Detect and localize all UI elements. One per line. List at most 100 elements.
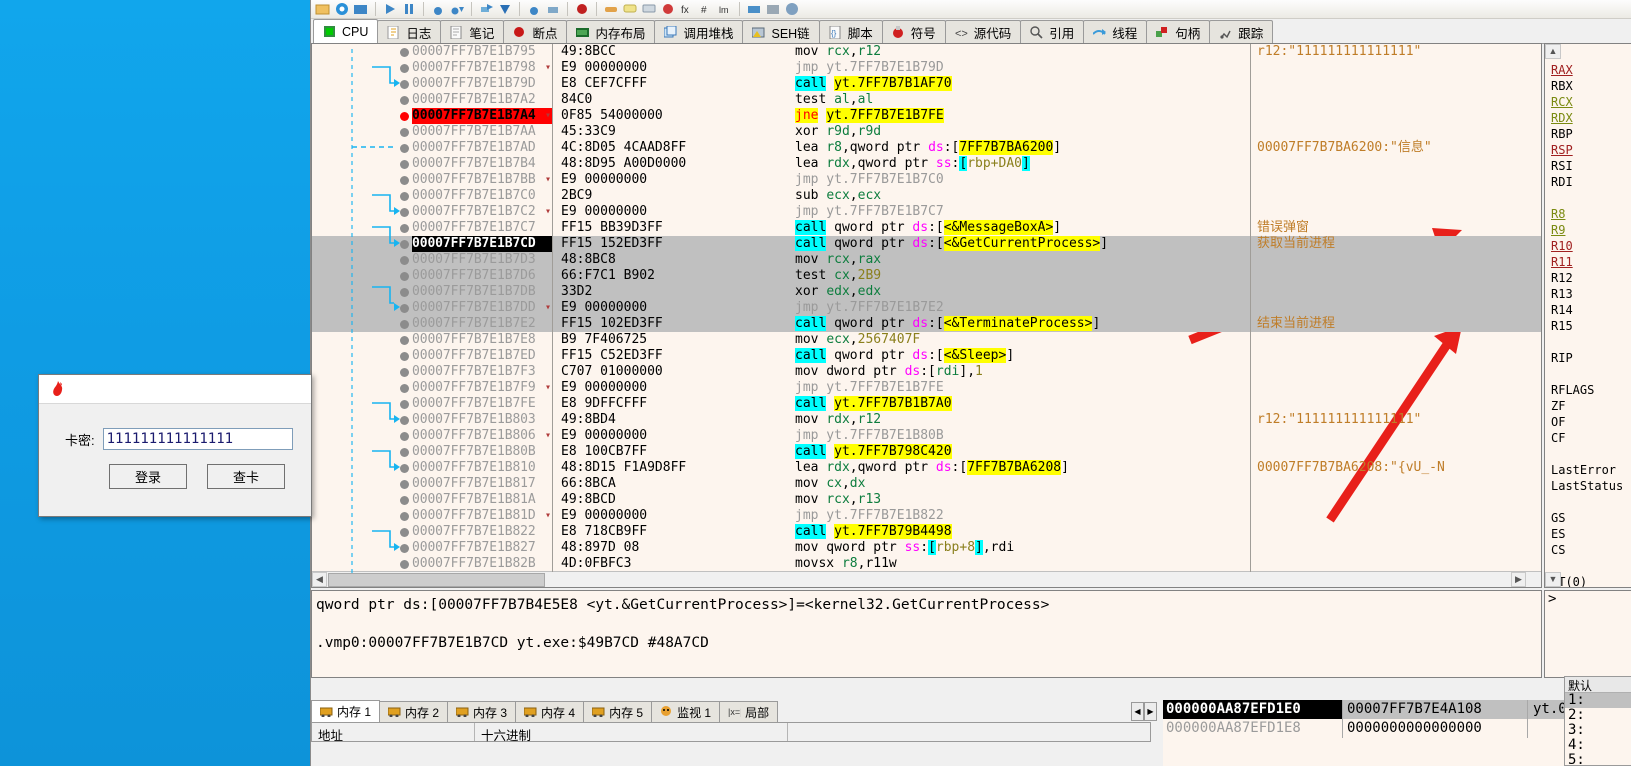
tab-cpu[interactable]: CPU [313,19,378,43]
disasm-row[interactable]: 00007FF7B7E1B7D348:8BC8mov rcx,rax [312,252,1541,268]
dump-column-header[interactable]: 地址十六进制 [311,722,1151,742]
disasm-row[interactable]: 00007FF7B7E1B7C2▾E9 00000000jmp yt.7FF7B… [312,204,1541,220]
main-toolbar[interactable]: fx # lm [311,0,1631,19]
fold-chevron-icon[interactable]: ▾ [545,108,551,124]
register-r12[interactable]: R12 [1545,270,1631,286]
login-dialog[interactable]: 卡密: 登录 查卡 [38,374,312,517]
register-rdi[interactable]: RDI [1545,174,1631,190]
disasm-row[interactable]: 00007FF7B7E1B798▾E9 00000000jmp yt.7FF7B… [312,60,1541,76]
register-gs[interactable]: GS [1545,510,1631,526]
command-input[interactable]: > [1544,590,1631,678]
reference-list[interactable]: 默认 1:2:3:4:5: [1564,676,1631,766]
dump-column-0[interactable]: 地址 [312,723,475,741]
tab-threads[interactable]: 线程 [1083,20,1147,43]
fold-chevron-icon[interactable]: ▾ [545,300,551,316]
hash-icon[interactable]: # [698,2,714,16]
disasm-row[interactable]: 00007FF7B7E1B806▾E9 00000000jmp yt.7FF7B… [312,428,1541,444]
tab-source[interactable]: <>源代码 [945,20,1022,43]
register-rsp[interactable]: RSP [1545,142,1631,158]
reference-row[interactable]: 4: [1565,738,1631,753]
register-r14[interactable]: R14 [1545,302,1631,318]
register-r8[interactable]: R8 [1545,206,1631,222]
register-r10[interactable]: R10 [1545,238,1631,254]
reg-scroll-down-button[interactable]: ▼ [1545,572,1561,587]
disasm-row[interactable]: 00007FF7B7E1B7F3C707 01000000mov dword p… [312,364,1541,380]
register-cs[interactable]: CS [1545,542,1631,558]
pause-icon[interactable] [401,2,417,16]
disasm-row[interactable]: 00007FF7B7E1B7EDFF15 C52ED3FFcall qword … [312,348,1541,364]
trace-into-icon[interactable] [526,2,542,16]
run-icon[interactable] [382,2,398,16]
register-rip[interactable]: RIP [1545,350,1631,366]
dump-tab-内存-3[interactable]: 内存 3 [447,701,516,722]
fx-icon[interactable]: fx [679,2,695,16]
dump-tab-内存-4[interactable]: 内存 4 [515,701,584,722]
tab-seh-chain[interactable]: SEH链 [742,20,819,43]
disasm-row[interactable]: 00007FF7B7E1B81D▾E9 00000000jmp yt.7FF7B… [312,508,1541,524]
reference-list-rows[interactable]: 1:2:3:4:5: [1565,693,1631,766]
dump-tab-内存-5[interactable]: 内存 5 [583,701,652,722]
label-icon[interactable] [641,2,657,16]
fold-chevron-icon[interactable]: ▾ [545,172,551,188]
step-over-icon[interactable] [449,2,465,16]
reference-row[interactable]: 5: [1565,753,1631,766]
close-icon[interactable] [353,2,369,16]
check-card-button[interactable]: 查卡 [207,464,285,489]
card-key-input[interactable] [103,428,293,450]
bookmark-icon[interactable] [660,2,676,16]
comment-icon[interactable] [622,2,638,16]
disasm-row[interactable]: 00007FF7B7E1B81A49:8BCDmov rcx,r13 [312,492,1541,508]
disasm-row[interactable]: 00007FF7B7E1B7AD4C:8D05 4CAAD8FFlea r8,q… [312,140,1541,156]
register-rows[interactable]: RAXRBXRCXRDXRBPRSPRSIRDIR8R9R10R11R12R13… [1545,44,1631,588]
tab-log[interactable]: 日志 [377,20,441,43]
patch-icon[interactable] [603,2,619,16]
register-rcx[interactable]: RCX [1545,94,1631,110]
disasm-row[interactable]: 00007FF7B7E1B82B4D:0FBFC3movsx r8,r11w [312,556,1541,572]
register-rbx[interactable]: RBX [1545,78,1631,94]
dump-tab-内存-1[interactable]: 内存 1 [311,700,380,722]
disasm-row[interactable]: 00007FF7B7E1B822E8 718CB9FFcall yt.7FF7B… [312,524,1541,540]
breakpoint-toolbar-icon[interactable] [574,2,590,16]
disasm-row[interactable]: 00007FF7B7E1B79549:8BCCmov rcx,r12r12:"1… [312,44,1541,60]
fold-chevron-icon[interactable]: ▾ [545,428,551,444]
register-r9[interactable]: R9 [1545,222,1631,238]
dump-tab-监视-1[interactable]: 监视 1 [651,701,720,722]
step-out-icon[interactable] [478,2,494,16]
dump-tab-next-button[interactable]: ▶ [1144,702,1157,721]
dump-tab-strip[interactable]: 内存 1内存 2内存 3内存 4内存 5监视 1|x=|局部 [311,700,1151,722]
tab-breakpoint[interactable]: 断点 [503,20,567,43]
fold-chevron-icon[interactable]: ▾ [545,204,551,220]
register-r11[interactable]: R11 [1545,254,1631,270]
register-rax[interactable]: RAX [1545,62,1631,78]
disasm-row[interactable]: 00007FF7B7E1B7A4▾0F85 54000000jne yt.7FF… [312,108,1541,124]
step-into-icon[interactable] [430,2,446,16]
login-button[interactable]: 登录 [109,464,187,489]
register-rsi[interactable]: RSI [1545,158,1631,174]
register-zf[interactable]: ZF [1545,398,1631,414]
register-r15[interactable]: R15 [1545,318,1631,334]
stack-row[interactable]: 000000AA87EFD1E80000000000000000 [1163,719,1631,738]
disasm-row[interactable]: 00007FF7B7E1B82748:897D 08mov qword ptr … [312,540,1541,556]
tab-references[interactable]: 引用 [1020,20,1084,43]
register-r13[interactable]: R13 [1545,286,1631,302]
disasm-row[interactable]: 00007FF7B7E1B81766:8BCAmov cx,dx [312,476,1541,492]
registers-pane[interactable]: ▲ RAXRBXRCXRDXRBPRSPRSIRDIR8R9R10R11R12R… [1544,43,1631,588]
options-icon[interactable] [765,2,781,16]
trace-over-icon[interactable] [545,2,561,16]
register-of[interactable]: OF [1545,414,1631,430]
register-laststatus[interactable]: LastStatus [1545,478,1631,494]
reference-row[interactable]: 3: [1565,723,1631,738]
disassembly-rows[interactable]: 00007FF7B7E1B79549:8BCCmov rcx,r12r12:"1… [312,44,1541,572]
register-lasterror[interactable]: LastError [1545,462,1631,478]
disasm-row[interactable]: 00007FF7B7E1B7E8B9 7F406725mov ecx,25674… [312,332,1541,348]
stack-row[interactable]: 000000AA87EFD1E000007FF7B7E4A108yt.00007… [1163,700,1631,719]
disasm-row[interactable]: 00007FF7B7E1B7FEE8 9DFFCFFFcall yt.7FF7B… [312,396,1541,412]
tab-trace[interactable]: 跟踪 [1209,20,1273,43]
register-rbp[interactable]: RBP [1545,126,1631,142]
dump-tab-局部[interactable]: |x=|局部 [719,701,778,722]
disasm-row[interactable]: 00007FF7B7E1B7A284C0test al,al [312,92,1541,108]
reference-row[interactable]: 2: [1565,708,1631,723]
tab-call-stack[interactable]: 调用堆栈 [654,20,743,43]
fold-chevron-icon[interactable]: ▾ [545,60,551,76]
tab-script[interactable]: {}脚本 [819,20,883,43]
